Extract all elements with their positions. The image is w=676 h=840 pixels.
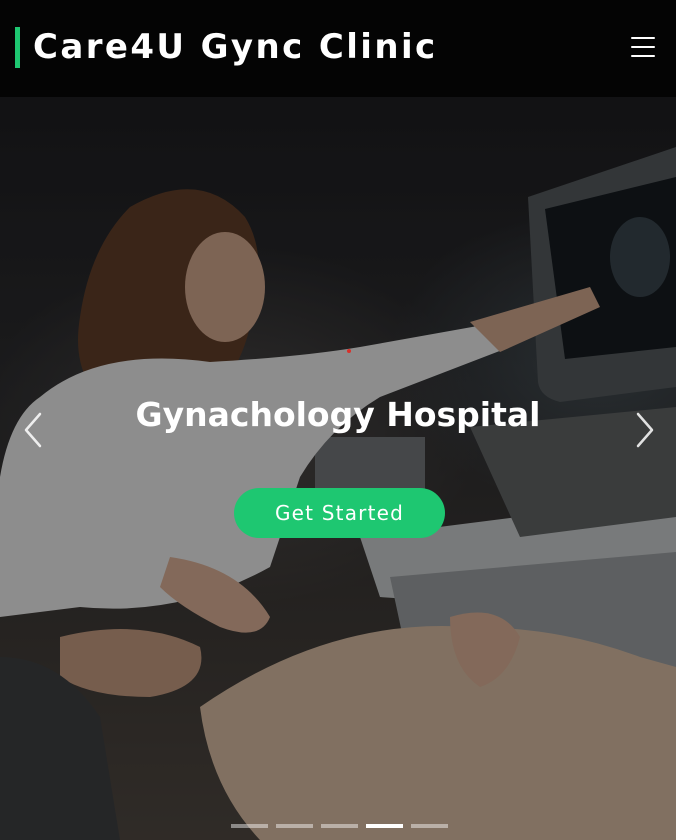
brand-logo-text[interactable]: Care4U Gync Clinic	[33, 26, 438, 68]
hero-title: Gynachology Hospital	[135, 395, 541, 434]
get-started-button[interactable]: Get Started	[234, 488, 445, 538]
brand-accent-bar	[15, 27, 20, 68]
carousel-indicator-5[interactable]	[411, 824, 448, 828]
carousel-indicator-4[interactable]	[366, 824, 403, 828]
hero-dark-overlay	[0, 97, 676, 840]
carousel-indicator-2[interactable]	[276, 824, 313, 828]
hero-carousel: Gynachology Hospital Get Started	[0, 97, 676, 840]
carousel-indicator-3[interactable]	[321, 824, 358, 828]
hamburger-menu-icon[interactable]	[628, 34, 658, 60]
carousel-indicators	[231, 824, 451, 830]
indicator-light	[347, 349, 351, 353]
site-header: Care4U Gync Clinic	[0, 0, 676, 97]
carousel-indicator-1[interactable]	[231, 824, 268, 828]
